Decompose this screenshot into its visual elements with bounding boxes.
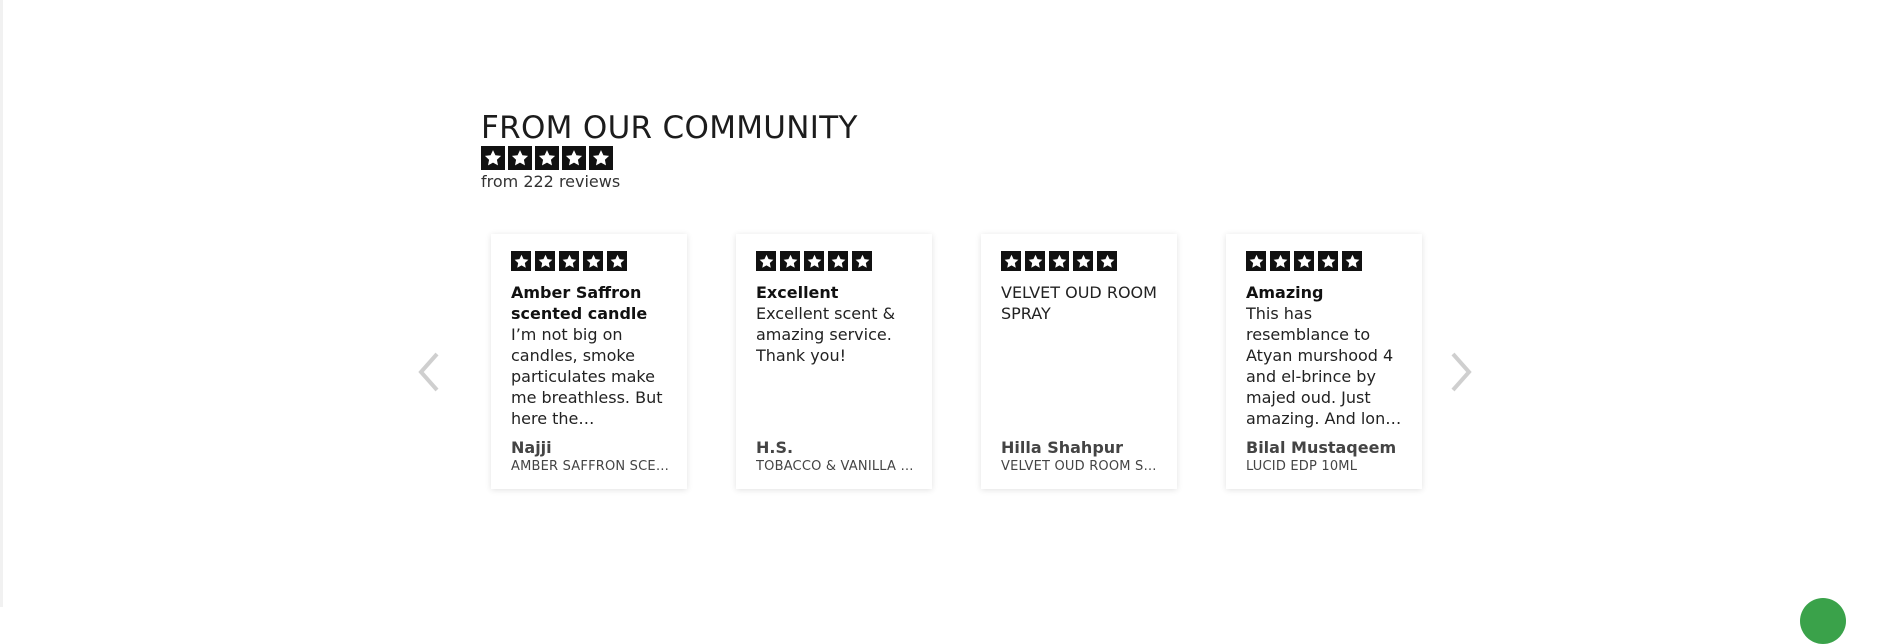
- review-author: H.S.: [756, 438, 794, 457]
- chevron-right-icon: [1451, 352, 1472, 392]
- review-title: Amazing: [1246, 283, 1324, 302]
- star-icon: [508, 146, 532, 170]
- review-count[interactable]: from 222 reviews: [481, 172, 620, 191]
- review-author: Bilal Mustaqeem: [1246, 438, 1397, 457]
- review-product[interactable]: AMBER SAFFRON SCENTED CANDLE: [511, 459, 669, 474]
- star-icon: [756, 251, 776, 271]
- review-product[interactable]: LUCID EDP 10ML: [1246, 459, 1404, 474]
- review-rating-stars: [511, 251, 667, 271]
- star-icon: [583, 251, 603, 271]
- chevron-left-icon: [418, 352, 439, 392]
- star-icon: [804, 251, 824, 271]
- star-icon: [1025, 251, 1045, 271]
- page-edge: [0, 0, 3, 607]
- review-title: Excellent: [756, 283, 839, 302]
- star-icon: [1270, 251, 1290, 271]
- star-icon: [1097, 251, 1117, 271]
- review-rating-stars: [1001, 251, 1157, 271]
- chat-button[interactable]: [1800, 598, 1846, 644]
- star-icon: [481, 146, 505, 170]
- review-card[interactable]: Amber Saffron scented candle I’m not big…: [491, 234, 687, 489]
- review-body: Excellent Excellent scent & amazing serv…: [756, 282, 916, 430]
- review-card[interactable]: Excellent Excellent scent & amazing serv…: [736, 234, 932, 489]
- star-icon: [1294, 251, 1314, 271]
- star-icon: [852, 251, 872, 271]
- review-title: Amber Saffron scented candle: [511, 283, 648, 323]
- review-product[interactable]: VELVET OUD ROOM SPRAY: [1001, 459, 1159, 474]
- review-product[interactable]: TOBACCO & VANILLA CANDLE: [756, 459, 914, 474]
- star-icon: [1318, 251, 1338, 271]
- review-text: VELVET OUD ROOM SPRAY: [1001, 283, 1157, 323]
- star-icon: [535, 251, 555, 271]
- section-title: FROM OUR COMMUNITY: [481, 110, 858, 146]
- star-icon: [828, 251, 848, 271]
- star-icon: [1342, 251, 1362, 271]
- review-text: Excellent scent & amazing service. Thank…: [756, 304, 896, 365]
- star-icon: [780, 251, 800, 271]
- star-icon: [511, 251, 531, 271]
- review-text: I’m not big on candles, smoke particulat…: [511, 325, 663, 428]
- star-icon: [1246, 251, 1266, 271]
- review-rating-stars: [1246, 251, 1402, 271]
- review-body: VELVET OUD ROOM SPRAY: [1001, 282, 1161, 430]
- review-author: Najji: [511, 438, 552, 457]
- star-icon: [535, 146, 559, 170]
- carousel-next-button[interactable]: [1445, 350, 1475, 394]
- star-icon: [1073, 251, 1093, 271]
- overall-rating-stars: [481, 146, 613, 170]
- carousel-prev-button[interactable]: [415, 350, 445, 394]
- star-icon: [559, 251, 579, 271]
- review-card[interactable]: Amazing This has resemblance to Atyan mu…: [1226, 234, 1422, 489]
- review-body: Amber Saffron scented candle I’m not big…: [511, 282, 671, 430]
- star-icon: [562, 146, 586, 170]
- review-body: Amazing This has resemblance to Atyan mu…: [1246, 282, 1406, 430]
- review-card[interactable]: VELVET OUD ROOM SPRAY Hilla Shahpur VELV…: [981, 234, 1177, 489]
- star-icon: [589, 146, 613, 170]
- star-icon: [607, 251, 627, 271]
- star-icon: [1001, 251, 1021, 271]
- review-author: Hilla Shahpur: [1001, 438, 1124, 457]
- review-text: This has resemblance to Atyan murshood 4…: [1246, 304, 1396, 428]
- star-icon: [1049, 251, 1069, 271]
- review-rating-stars: [756, 251, 912, 271]
